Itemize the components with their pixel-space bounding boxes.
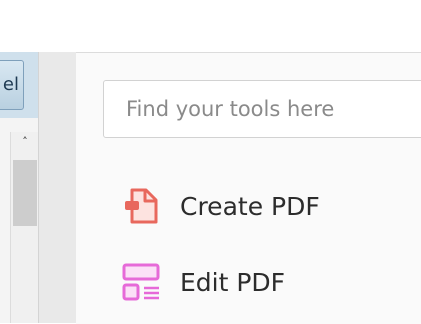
search-tools-input[interactable] (103, 80, 421, 138)
create-pdf-label: Create PDF (180, 191, 320, 221)
vertical-scrollbar[interactable]: ˄ (10, 132, 39, 323)
tools-panel: Create PDF Edit PDF (76, 52, 421, 324)
edit-pdf-icon (120, 261, 162, 303)
create-pdf-tool[interactable]: Create PDF (120, 181, 420, 231)
scroll-up-icon[interactable]: ˄ (11, 132, 39, 150)
edit-pdf-tool[interactable]: Edit PDF (120, 257, 420, 307)
document-page-area (0, 132, 10, 323)
scrollbar-thumb[interactable] (13, 160, 37, 226)
document-toolbar: el (0, 52, 38, 119)
top-bar (0, 0, 421, 52)
edit-pdf-label: Edit PDF (180, 267, 286, 297)
pane-splitter[interactable] (38, 52, 77, 323)
document-divider (0, 118, 38, 133)
toolbar-button-partial[interactable]: el (0, 60, 24, 110)
create-pdf-icon (120, 185, 162, 227)
